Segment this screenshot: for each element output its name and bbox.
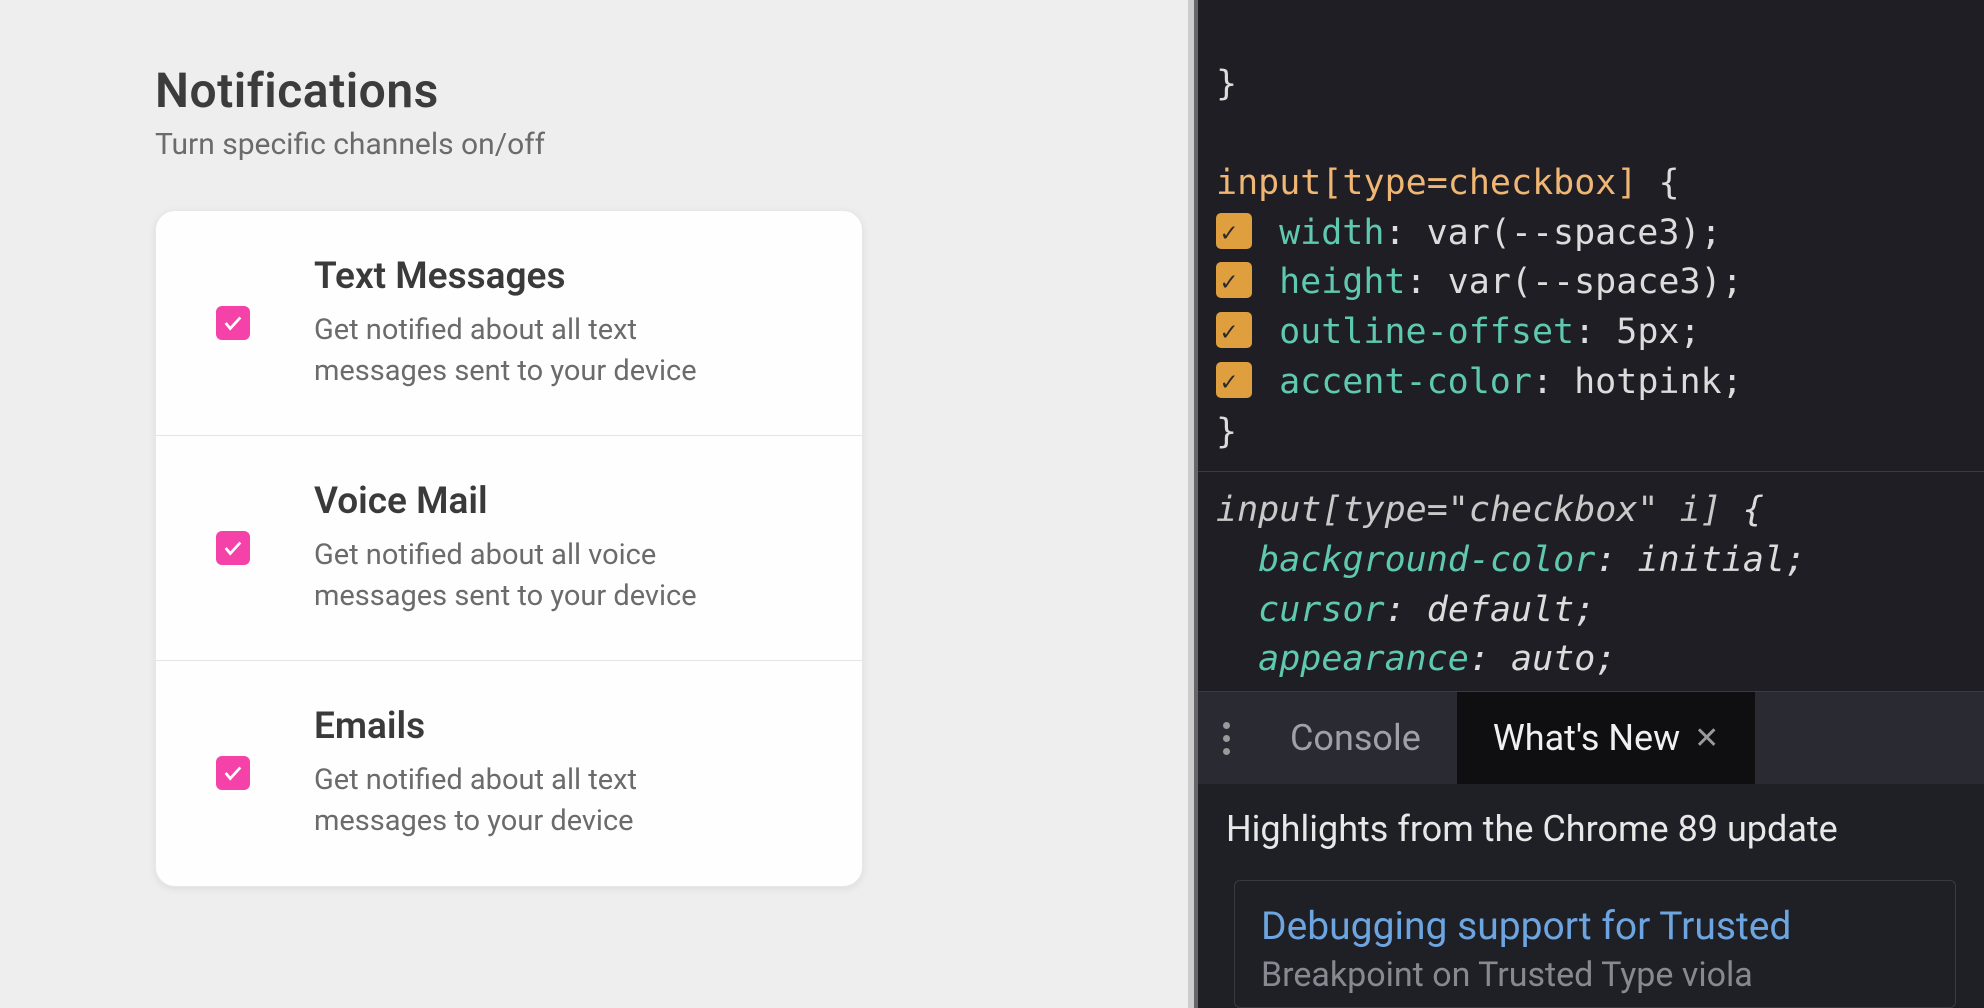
drawer-body: Highlights from the Chrome 89 update Deb… <box>1198 784 1984 1008</box>
css-value[interactable]: hotpink <box>1574 362 1722 402</box>
css-property[interactable]: accent-color <box>1279 362 1532 402</box>
css-value[interactable]: default <box>1427 590 1575 630</box>
tab-console[interactable]: Console <box>1254 692 1457 784</box>
option-title: Text Messages <box>314 255 822 298</box>
css-selector[interactable]: input[type=checkbox] <box>1216 163 1637 203</box>
code-brace: } <box>1216 412 1237 452</box>
devtools-drawer: Console What's New ✕ Highlights from the… <box>1198 691 1984 1008</box>
tab-whats-new[interactable]: What's New ✕ <box>1457 692 1756 784</box>
card-subtitle: Breakpoint on Trusted Type viola <box>1261 955 1929 995</box>
option-title: Voice Mail <box>314 480 822 523</box>
check-icon <box>222 537 244 559</box>
css-property[interactable]: height <box>1279 262 1405 302</box>
option-desc: Get notified about all voice messages se… <box>314 535 774 616</box>
rule-separator <box>1198 471 1984 472</box>
property-toggle-checkbox[interactable] <box>1216 213 1252 249</box>
css-property[interactable]: outline-offset <box>1279 312 1574 352</box>
tab-label: What's New <box>1493 717 1680 759</box>
kebab-icon <box>1223 722 1230 755</box>
notifications-panel: Notifications Turn specific channels on/… <box>0 0 1188 1008</box>
close-icon[interactable]: ✕ <box>1694 721 1719 756</box>
whats-new-headline: Highlights from the Chrome 89 update <box>1226 808 1956 850</box>
devtools-panel: } input[type=checkbox] { width: var(--sp… <box>1198 0 1984 1008</box>
property-toggle-checkbox[interactable] <box>1216 262 1252 298</box>
card-title: Debugging support for Trusted <box>1261 903 1929 949</box>
option-text-messages: Text Messages Get notified about all tex… <box>156 211 862 436</box>
drawer-tab-strip: Console What's New ✕ <box>1198 692 1984 784</box>
notifications-card: Text Messages Get notified about all tex… <box>155 210 863 887</box>
css-value[interactable]: initial <box>1637 540 1785 580</box>
whats-new-card[interactable]: Debugging support for Trusted Breakpoint… <box>1234 880 1956 1008</box>
css-value[interactable]: var(--space3) <box>1448 262 1722 302</box>
check-icon <box>222 762 244 784</box>
page-title: Notifications <box>155 62 1188 119</box>
css-property[interactable]: background-color <box>1258 540 1595 580</box>
code-brace: } <box>1216 64 1237 104</box>
checkbox-emails[interactable] <box>216 756 250 790</box>
option-emails: Emails Get notified about all text messa… <box>156 661 862 885</box>
css-selector[interactable]: input[type="checkbox" i] <box>1216 490 1722 530</box>
css-property[interactable]: cursor <box>1258 590 1384 630</box>
styles-pane[interactable]: } input[type=checkbox] { width: var(--sp… <box>1198 0 1984 735</box>
property-toggle-checkbox[interactable] <box>1216 362 1252 398</box>
option-desc: Get notified about all text messages sen… <box>314 310 774 391</box>
css-property[interactable]: appearance <box>1258 639 1469 679</box>
option-title: Emails <box>314 705 822 748</box>
drawer-menu-button[interactable] <box>1198 692 1254 784</box>
code-brace: { <box>1637 163 1679 203</box>
css-value[interactable]: auto <box>1511 639 1595 679</box>
option-voice-mail: Voice Mail Get notified about all voice … <box>156 436 862 661</box>
property-toggle-checkbox[interactable] <box>1216 312 1252 348</box>
css-value[interactable]: 5px <box>1616 312 1679 352</box>
page-subtitle: Turn specific channels on/off <box>155 127 1188 162</box>
check-icon <box>222 312 244 334</box>
checkbox-voice-mail[interactable] <box>216 531 250 565</box>
code-brace: { <box>1722 490 1764 530</box>
option-desc: Get notified about all text messages to … <box>314 760 774 841</box>
css-property[interactable]: width <box>1279 213 1384 253</box>
css-value[interactable]: var(--space3) <box>1427 213 1701 253</box>
panel-divider[interactable] <box>1188 0 1198 1008</box>
checkbox-text-messages[interactable] <box>216 306 250 340</box>
